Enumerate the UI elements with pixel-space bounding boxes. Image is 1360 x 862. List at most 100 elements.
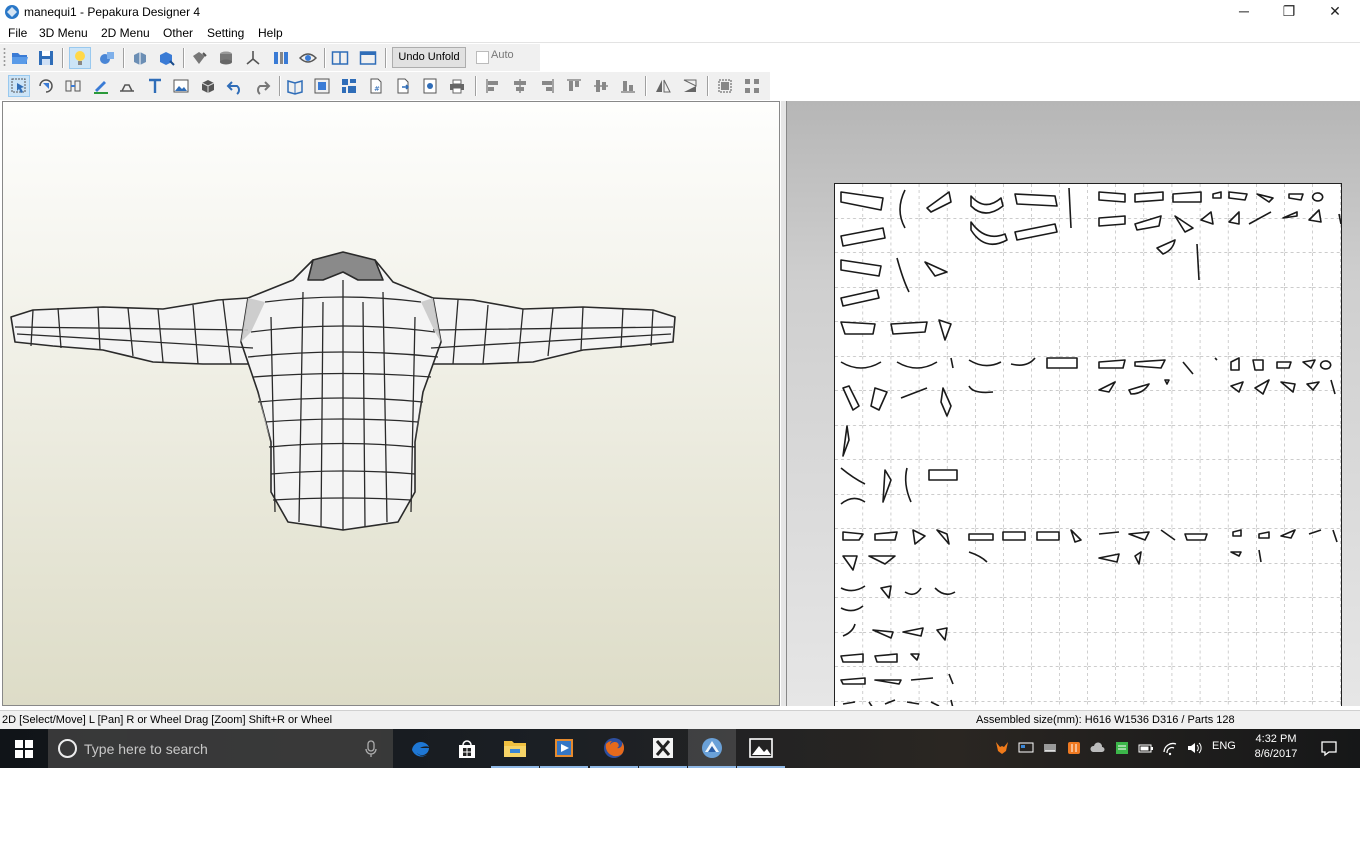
export-page-button[interactable] (392, 75, 414, 97)
menu-help[interactable]: Help (258, 25, 283, 41)
flap-button[interactable] (116, 75, 138, 97)
battery-icon[interactable] (1138, 740, 1154, 756)
part-button[interactable] (197, 75, 219, 97)
image-button[interactable] (170, 75, 192, 97)
menu-file[interactable]: File (8, 25, 27, 41)
align-right-button[interactable] (536, 75, 558, 97)
dual-pane-button[interactable] (329, 47, 351, 69)
axis-button[interactable] (242, 47, 264, 69)
store-taskbar-button[interactable] (443, 729, 491, 768)
text-button[interactable] (144, 75, 166, 97)
split-view-button[interactable] (270, 47, 292, 69)
firefox-taskbar-button[interactable] (590, 729, 638, 768)
select-move-button[interactable] (8, 75, 30, 97)
ungroup-button[interactable] (741, 75, 763, 97)
align-top-button[interactable] (563, 75, 585, 97)
cortana-circle-icon (58, 739, 77, 758)
language-indicator[interactable]: ENG (1212, 740, 1236, 752)
status-bar: 2D [Select/Move] L [Pan] R or Wheel Drag… (0, 710, 1360, 730)
maximize-button[interactable]: ❐ (1266, 0, 1312, 24)
align-bottom-button[interactable] (617, 75, 639, 97)
fox-tray-icon[interactable] (994, 740, 1010, 756)
cube-arrow-icon (160, 52, 175, 66)
toolbar-separator (475, 76, 477, 96)
menu-other[interactable]: Other (163, 25, 193, 41)
xmind-taskbar-button[interactable] (639, 729, 687, 768)
status-assembled-size: Assembled size(mm): H616 W1536 D316 / Pa… (976, 714, 1235, 726)
open-file-button[interactable] (9, 47, 31, 69)
page-number-button[interactable]: # (365, 75, 387, 97)
file-explorer-taskbar-button[interactable] (491, 729, 539, 768)
align-left-icon (486, 79, 498, 93)
pepakura-taskbar-button[interactable] (688, 729, 736, 768)
toolbar-separator (123, 48, 125, 68)
view-mode-button[interactable] (297, 47, 319, 69)
xmind-icon (653, 737, 673, 758)
menu-setting[interactable]: Setting (207, 25, 244, 41)
paint-button[interactable] (188, 47, 210, 69)
join-edges-button[interactable] (62, 75, 84, 97)
single-pane-button[interactable] (357, 47, 379, 69)
start-button[interactable] (0, 729, 48, 768)
menu-3d[interactable]: 3D Menu (39, 25, 88, 41)
drive-tray-icon[interactable] (1042, 740, 1058, 756)
rotate-button[interactable] (35, 75, 57, 97)
clock[interactable]: 4:32 PM 8/6/2017 (1250, 732, 1302, 762)
align-top-icon (567, 79, 581, 91)
cylinder-icon (220, 51, 232, 65)
shapes-icon (100, 52, 114, 64)
toolbar-grip[interactable] (3, 47, 6, 68)
floppy-disk-icon (39, 51, 53, 65)
align-middle-button[interactable] (590, 75, 612, 97)
edge-taskbar-button[interactable] (396, 729, 444, 768)
2d-pattern-pane[interactable] (786, 101, 1360, 706)
volume-icon[interactable] (1186, 740, 1202, 756)
menu-2d[interactable]: 2D Menu (101, 25, 150, 41)
pepakura-icon (702, 737, 722, 758)
two-columns-icon (331, 51, 349, 65)
fit-page-button[interactable] (311, 75, 333, 97)
app-tray-icon[interactable] (1066, 740, 1082, 756)
page-arrow-icon (397, 78, 410, 94)
action-center-icon[interactable] (1320, 739, 1338, 757)
arrange-parts-button[interactable] (338, 75, 360, 97)
flip-vertical-button[interactable] (679, 75, 701, 97)
3d-view-pane[interactable] (2, 101, 780, 706)
undo-button[interactable] (224, 75, 246, 97)
photos-icon (749, 737, 773, 758)
display-tray-icon[interactable] (1018, 740, 1034, 756)
book-button[interactable] (284, 75, 306, 97)
close-button[interactable]: ✕ (1312, 0, 1358, 24)
onedrive-cloud-icon[interactable] (1090, 740, 1106, 756)
microphone-icon[interactable] (365, 740, 377, 758)
bars-icon (274, 52, 288, 64)
print-preview-button[interactable] (419, 75, 441, 97)
ungroup-icon (745, 79, 759, 93)
toolbar-separator (183, 48, 185, 68)
media-player-taskbar-button[interactable] (540, 729, 588, 768)
unfold-button[interactable] (129, 47, 151, 69)
toolbar-separator (645, 76, 647, 96)
align-center-button[interactable] (509, 75, 531, 97)
light-toggle-button[interactable] (69, 47, 91, 69)
media-player-icon (555, 738, 573, 757)
save-button[interactable] (35, 47, 57, 69)
photos-taskbar-button[interactable] (737, 729, 785, 768)
evernote-tray-icon[interactable] (1114, 740, 1130, 756)
minimize-button[interactable]: ─ (1221, 0, 1267, 24)
wifi-icon[interactable] (1162, 740, 1178, 756)
cube-unfold-icon (134, 52, 146, 65)
window-title: manequi1 - Pepakura Designer 4 (24, 5, 201, 19)
unfold-auto-button[interactable] (156, 47, 178, 69)
group-button[interactable] (714, 75, 736, 97)
auto-checkbox[interactable] (476, 51, 489, 64)
undo-unfold-button[interactable]: Undo Unfold (392, 47, 466, 68)
print-button[interactable] (446, 75, 468, 97)
draw-line-button[interactable] (90, 75, 112, 97)
flip-horizontal-button[interactable] (652, 75, 674, 97)
redo-button[interactable] (251, 75, 273, 97)
cylinder-button[interactable] (215, 47, 237, 69)
toolbar-separator (707, 76, 709, 96)
align-left-button[interactable] (482, 75, 504, 97)
texture-toggle-button[interactable] (96, 47, 118, 69)
